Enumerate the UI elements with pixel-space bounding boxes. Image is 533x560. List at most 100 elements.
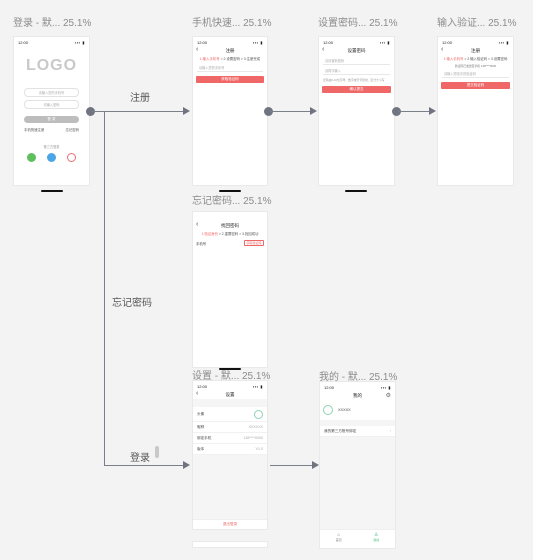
- settings-frame[interactable]: 12:00 ▪▪▪ ▮ ‹ 设置 头像 昵称 XXXXXX 绑定手机 138****00…: [192, 380, 268, 530]
- step-3: 3.注册完成: [243, 57, 261, 61]
- flow-label-login: 登录: [130, 453, 150, 464]
- back-icon[interactable]: ‹: [441, 46, 443, 53]
- qq-icon[interactable]: [46, 153, 56, 162]
- status-signal: ▪▪▪ ▮: [74, 39, 85, 45]
- mine-frame[interactable]: 12:00 ▪▪▪ ▮ 我的 ⚙ XXXXX 我的第三方账号绑定 › ⌂ 首页 ♙ 我…: [319, 381, 396, 549]
- nav-bar: 我的 ⚙: [320, 392, 395, 400]
- forgot-link[interactable]: 忘记密码: [65, 127, 79, 132]
- back-icon[interactable]: ‹: [196, 221, 198, 228]
- third-party-bind-row[interactable]: 我的第三方账号绑定 ›: [320, 426, 395, 437]
- tab-label: 我的: [373, 537, 380, 542]
- code-notice: 验证码已发送至手机 138****0000: [454, 64, 497, 68]
- status-time: 12:00: [442, 39, 453, 45]
- row-value: 138****0000: [243, 436, 263, 440]
- status-bar: 12:00 ▪▪▪ ▮: [319, 37, 394, 47]
- submit-button[interactable]: 确认提交: [322, 86, 391, 93]
- status-bar: 12:00 ▪▪▪ ▮: [438, 37, 513, 47]
- phone-input[interactable]: 请输入您的手机号: [24, 88, 79, 97]
- nav-bar: ‹ 设置密码: [319, 46, 394, 55]
- row-label: 绑定手机: [197, 435, 212, 440]
- status-bar: 12:00 ▪▪▪ ▮: [14, 37, 89, 47]
- nav-title: 设置密码: [347, 48, 366, 53]
- third-party-label: 第三方登录: [43, 145, 60, 149]
- set-password-frame[interactable]: 12:00 ▪▪▪ ▮ ‹ 设置密码 请设置新密码 请再次输入 密码由6-16位字母…: [318, 36, 395, 186]
- tab-label: 首页: [335, 537, 342, 542]
- arrow-icon: [183, 461, 190, 469]
- step-1: 1.验证身份: [201, 232, 218, 236]
- nav-title: 注册: [225, 48, 235, 53]
- home-indicator: [345, 190, 367, 192]
- avatar: [254, 409, 263, 419]
- logout-button[interactable]: 退出登录: [193, 519, 267, 529]
- flow-line: [398, 111, 429, 113]
- nav-title: 注册: [471, 48, 480, 53]
- verify-code-frame[interactable]: 12:00 ▪▪▪ ▮ ‹ 注册 1.输入手机号 > 2.输入验证码 > 3.设置密…: [437, 36, 514, 186]
- back-icon[interactable]: ‹: [322, 46, 324, 53]
- tab-mine[interactable]: ♙ 我的: [373, 531, 380, 542]
- status-bar: [193, 212, 267, 222]
- settings-frame-bottom: [192, 541, 268, 548]
- phone-register-frame[interactable]: 12:00 ▪▪▪ ▮ ‹ 注册 1.输入手机号 > 2.设置密码 > 3.注册完成…: [192, 36, 268, 186]
- status-bar: 12:00 ▪▪▪ ▮: [193, 37, 267, 47]
- submit-code-button[interactable]: 提交验证码: [441, 82, 510, 89]
- weibo-icon[interactable]: [66, 153, 76, 162]
- chevron-right-icon: ›: [389, 429, 391, 433]
- login-button[interactable]: 登 录: [24, 116, 79, 123]
- tab-bar: ⌂ 首页 ♙ 我的: [320, 529, 395, 544]
- flow-line-register: [92, 111, 183, 113]
- frame-title-phone-register: 手机快速... 25.1%: [192, 18, 272, 29]
- settings-row-phone[interactable]: 绑定手机 138****0000: [193, 433, 267, 444]
- settings-row-avatar[interactable]: 头像: [193, 407, 267, 422]
- nav-title: 我的: [353, 393, 362, 398]
- status-time: 12:00: [323, 39, 334, 45]
- flow-label-forgot: 忘记密码: [112, 298, 152, 309]
- frame-title-set-password: 设置密码... 25.1%: [318, 18, 398, 29]
- step-indicator: 1.验证身份 > 2.重置密码 > 3.找回成功: [201, 232, 259, 236]
- flow-line: [270, 111, 310, 113]
- row-label: 版本: [197, 446, 205, 451]
- person-icon: ♙: [374, 531, 379, 538]
- home-indicator: [219, 368, 241, 370]
- get-code-button[interactable]: 获取验证码: [196, 76, 264, 83]
- phone-field[interactable]: 手机号: [196, 241, 206, 246]
- new-password-field[interactable]: 请设置新密码: [323, 57, 390, 65]
- row-label: 昵称: [197, 424, 205, 429]
- phone-field[interactable]: 请输入您的手机号: [197, 64, 263, 72]
- code-field[interactable]: 请输入短信中的验证码: [442, 70, 509, 78]
- step-1: 1.输入手机号: [199, 57, 220, 61]
- tab-home[interactable]: ⌂ 首页: [335, 532, 342, 542]
- step-indicator: 1.输入手机号 > 2.输入验证码 > 3.设置密码: [443, 57, 508, 61]
- nav-title: 设置: [225, 392, 235, 397]
- status-signal: ▪▪▪ ▮: [252, 383, 263, 389]
- flow-line-login: [104, 465, 183, 467]
- back-icon[interactable]: ‹: [196, 46, 198, 53]
- nav-bar: ‹ 设置: [193, 390, 267, 399]
- status-bar: 12:00 ▪▪▪ ▮: [320, 382, 395, 392]
- step-3: 3.找回成功: [242, 232, 259, 236]
- register-link[interactable]: 手机快速注册: [24, 127, 44, 132]
- forgot-password-frame[interactable]: ‹ 找回密码 1.验证身份 > 2.重置密码 > 3.找回成功 手机号 获取验证码: [192, 211, 268, 368]
- row-label: 我的第三方账号绑定: [324, 428, 357, 433]
- confirm-password-field[interactable]: 请再次输入: [323, 67, 390, 75]
- step-2: 2.设置密码: [223, 57, 240, 61]
- status-time: 12:00: [324, 384, 335, 390]
- step-3: 3.设置密码: [490, 57, 508, 61]
- username: XXXXX: [338, 408, 351, 412]
- status-time: 12:00: [197, 383, 208, 389]
- status-signal: ▪▪▪ ▮: [498, 39, 509, 45]
- frame-title-login: 登录 - 默... 25.1%: [13, 18, 92, 29]
- gear-icon[interactable]: ⚙: [386, 392, 391, 399]
- settings-row-nickname[interactable]: 昵称 XXXXXX: [193, 422, 267, 433]
- login-frame[interactable]: 12:00 ▪▪▪ ▮ LOGO 请输入您的手机号 请输入密码 登 录 手机快速注…: [13, 36, 90, 186]
- password-input[interactable]: 请输入密码: [24, 100, 79, 109]
- back-icon[interactable]: ‹: [196, 390, 198, 397]
- avatar: [323, 405, 333, 415]
- nav-title: 找回密码: [221, 223, 239, 228]
- home-indicator: [219, 190, 241, 192]
- step-2: 2.输入验证码: [467, 57, 488, 61]
- step-2: 2.重置密码: [221, 232, 239, 236]
- get-code-button[interactable]: 获取验证码: [243, 240, 264, 246]
- frame-title-verify-code: 输入验证... 25.1%: [437, 18, 517, 29]
- scrollbar-thumb[interactable]: [155, 446, 159, 458]
- wechat-icon[interactable]: [27, 153, 37, 162]
